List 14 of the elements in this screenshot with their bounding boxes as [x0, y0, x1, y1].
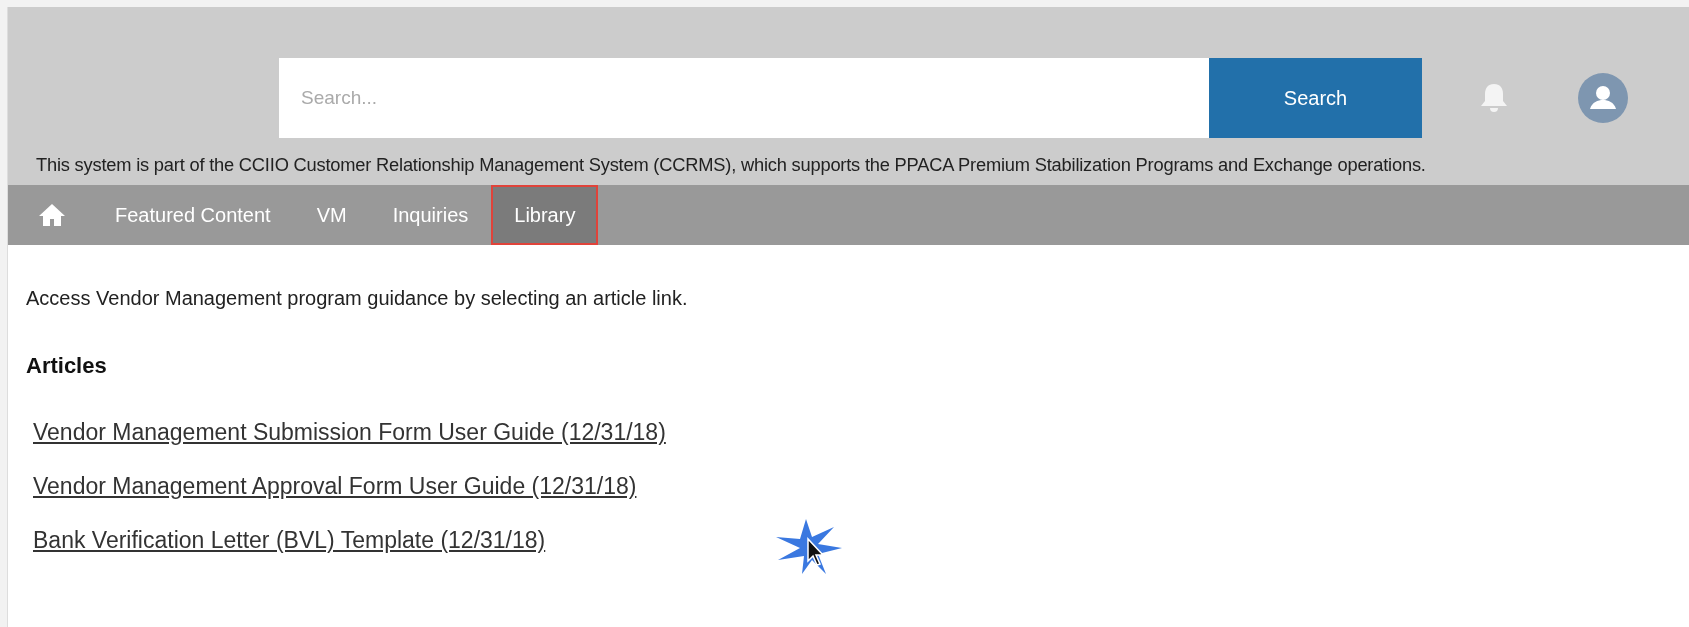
nav-tab[interactable]: VM — [293, 185, 370, 245]
nav-tab[interactable]: Inquiries — [369, 185, 492, 245]
section-heading: Articles — [26, 353, 108, 379]
avatar-icon[interactable] — [1578, 73, 1628, 123]
home-icon[interactable] — [38, 202, 66, 228]
intro-text: Access Vendor Management program guidance by selecting an article link. — [26, 287, 689, 310]
article-link[interactable]: Vendor Management Approval Form User Guide (12/31/18) — [33, 473, 637, 500]
nav-tab[interactable]: Featured Content — [92, 185, 294, 245]
system-notice: This system is part of the CCIIO Customer Relationship Management System (CCRMS), which supports the PPACA Premium Stabilization Programs and Exchange operations. — [36, 154, 1427, 176]
nav-tab[interactable]: Library — [491, 185, 599, 245]
search-field[interactable]: Search... — [279, 58, 1209, 138]
search-button[interactable]: Search — [1209, 58, 1422, 138]
article-link[interactable]: Bank Verification Letter (BVL) Template (12/31/18) — [33, 527, 546, 554]
article-link[interactable]: Vendor Management Submission Form User Guide (12/31/18) — [33, 419, 666, 446]
